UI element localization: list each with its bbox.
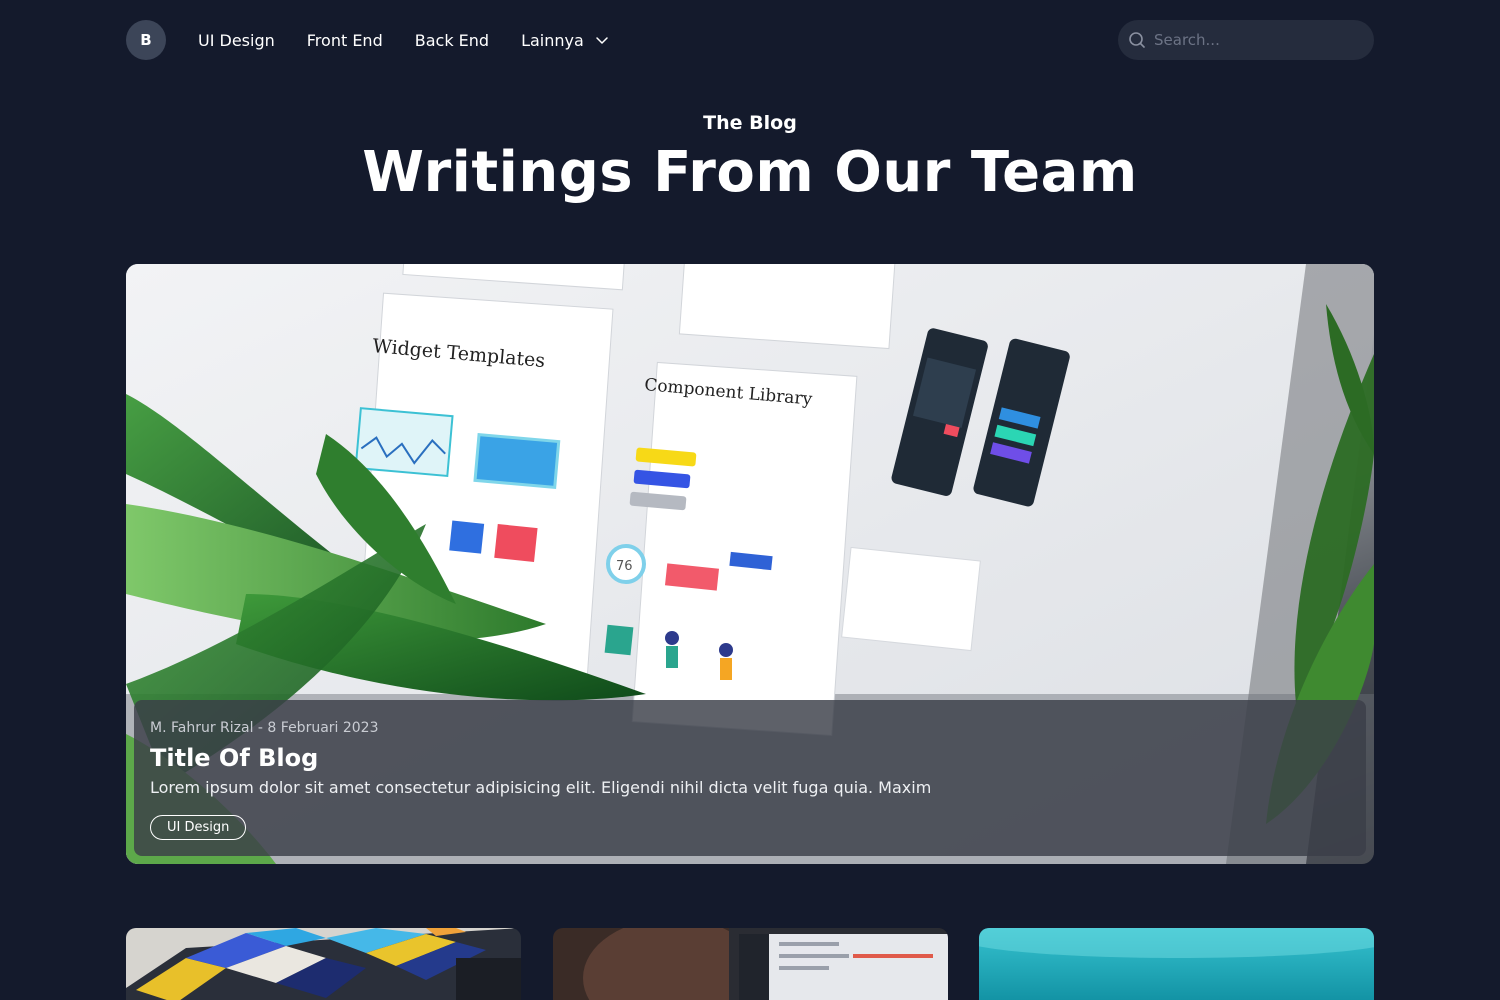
post-card-image [126,928,521,1000]
post-tag-ui-design[interactable]: UI Design [150,815,247,840]
nav-link-front-end[interactable]: Front End [307,31,383,50]
featured-post-card[interactable]: Widget Templates Component Library 76 M.… [126,264,1374,864]
search-icon [1129,32,1145,48]
nav-link-back-end[interactable]: Back End [415,31,489,50]
nav-links: UI Design Front End Back End Lainnya [198,31,610,50]
post-card-thumbnail[interactable] [126,928,521,1000]
post-card-image [979,928,1374,1000]
search-input[interactable] [1154,31,1364,49]
featured-post-overlay: M. Fahrur Rizal - 8 Februari 2023 Title … [134,700,1366,856]
post-excerpt: Lorem ipsum dolor sit amet consectetur a… [150,778,932,797]
page-title: Writings From Our Team [362,140,1138,205]
hero: The Blog Writings From Our Team [0,112,1500,206]
search-box [1118,20,1374,60]
hero-eyebrow: The Blog [703,112,797,134]
nav-more-dropdown[interactable]: Lainnya [521,31,610,50]
chevron-down-icon [596,37,608,44]
post-card-thumbnail[interactable] [553,928,948,1000]
nav-link-ui-design[interactable]: UI Design [198,31,275,50]
post-card-image [553,928,948,1000]
post-card-thumbnail[interactable] [979,928,1374,1000]
post-meta: M. Fahrur Rizal - 8 Februari 2023 [150,720,379,736]
post-title[interactable]: Title Of Blog [150,744,1350,772]
nav-more-label: Lainnya [521,30,584,50]
gauge-value: 76 [616,559,633,574]
top-nav: B UI Design Front End Back End Lainnya [126,20,1374,60]
blog-page: B UI Design Front End Back End Lainnya T… [0,0,1500,1000]
logo[interactable]: B [126,20,166,60]
